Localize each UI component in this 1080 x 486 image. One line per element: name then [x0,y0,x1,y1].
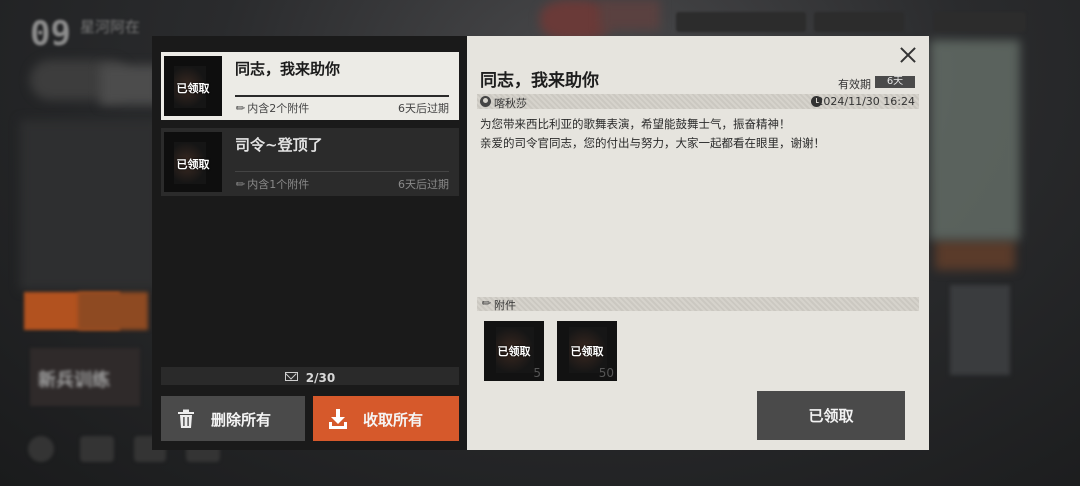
mail-dialog: 已领取 同志，我来助你 ✐内含2个附件 6天后过期 已领取 司令~登顶了 ✐内含… [152,36,929,450]
attachment-quantity: 5 [533,366,541,380]
mail-attachment-count: ✐内含1个附件 [231,176,310,193]
claimed-tag: 已领取 [497,345,531,358]
bottom-nav-icon [28,436,54,462]
resource-slot [676,12,806,32]
download-icon [329,409,347,429]
delete-all-button[interactable]: 删除所有 [161,396,305,441]
sender-bar: 喀秋莎 2024/11/30 16:24 [477,94,919,110]
attachments-label: 附件 [494,299,516,312]
claimed-tag: 已领取 [176,82,210,95]
bottom-nav-icon [80,436,114,462]
claimed-tag: 已领取 [570,345,604,358]
attachments-header: ✐ 附件 [477,295,919,312]
divider [235,171,449,172]
mail-count: 2/30 [305,371,336,385]
day-label: 星河阿在 [80,18,141,36]
mail-attachment-count: ✐内含2个附件 [231,100,310,117]
attachment-quantity: 50 [598,366,614,380]
resource-slot [814,12,904,32]
claimed-tag: 已领取 [176,158,210,171]
mail-body-line: 亲爱的司令官同志，您的付出与努力，大家一起都看在眼里，谢谢！ [480,136,825,150]
claim-all-button[interactable]: 收取所有 [313,396,459,441]
mail-expire: 6天后过期 [398,102,449,115]
mail-expire: 6天后过期 [398,178,449,191]
paperclip-icon: ✐ [231,176,248,193]
detail-title: 同志，我来助你 [480,71,599,91]
trash-icon [178,409,194,428]
sender-name: 喀秋莎 [494,97,527,110]
day-number: 09 [30,14,71,54]
mail-item[interactable]: 已领取 司令~登顶了 ✐内含1个附件 6天后过期 [161,128,459,196]
attachment-item[interactable]: 已领取 50 [557,321,617,381]
character-figure [930,40,1020,240]
divider [235,95,449,97]
validity-label: 有效期 [838,78,871,91]
claim-all-label: 收取所有 [363,411,424,429]
mail-title: 同志，我来助你 [235,60,341,78]
mail-item[interactable]: 已领取 同志，我来助你 ✐内含2个附件 6天后过期 [161,52,459,120]
mail-thumbnail: 已领取 [164,56,222,116]
envelope-icon [284,372,298,381]
person-icon [480,96,491,107]
resource-slot [934,12,1026,32]
paperclip-icon: ✐ [477,295,494,312]
validity-badge: 6天 [875,76,915,88]
mail-count-bar: 2/30 [161,367,459,385]
training-banner: 新兵训练 [30,348,140,406]
event-banner-accent [78,292,148,330]
mail-title: 司令~登顶了 [235,136,323,154]
mail-detail-panel: 同志，我来助你 有效期 6天 喀秋莎 2024/11/30 16:24 为您带来… [467,36,929,450]
mail-thumbnail: 已领取 [164,132,222,192]
paperclip-icon: ✐ [231,100,248,117]
claimed-button[interactable]: 已领取 [757,391,905,440]
delete-all-label: 删除所有 [211,411,272,429]
sent-datetime: 2024/11/30 16:24 [816,95,915,108]
side-card [950,285,1010,375]
mail-list-panel: 已领取 同志，我来助你 ✐内含2个附件 6天后过期 已领取 司令~登顶了 ✐内含… [152,36,467,450]
claimed-label: 已领取 [808,407,854,425]
mail-body-line: 为您带来西比利亚的歌舞表演，希望能鼓舞士气，振奋精神！ [480,117,791,131]
close-icon[interactable] [897,44,919,66]
attachment-item[interactable]: 已领取 5 [484,321,544,381]
